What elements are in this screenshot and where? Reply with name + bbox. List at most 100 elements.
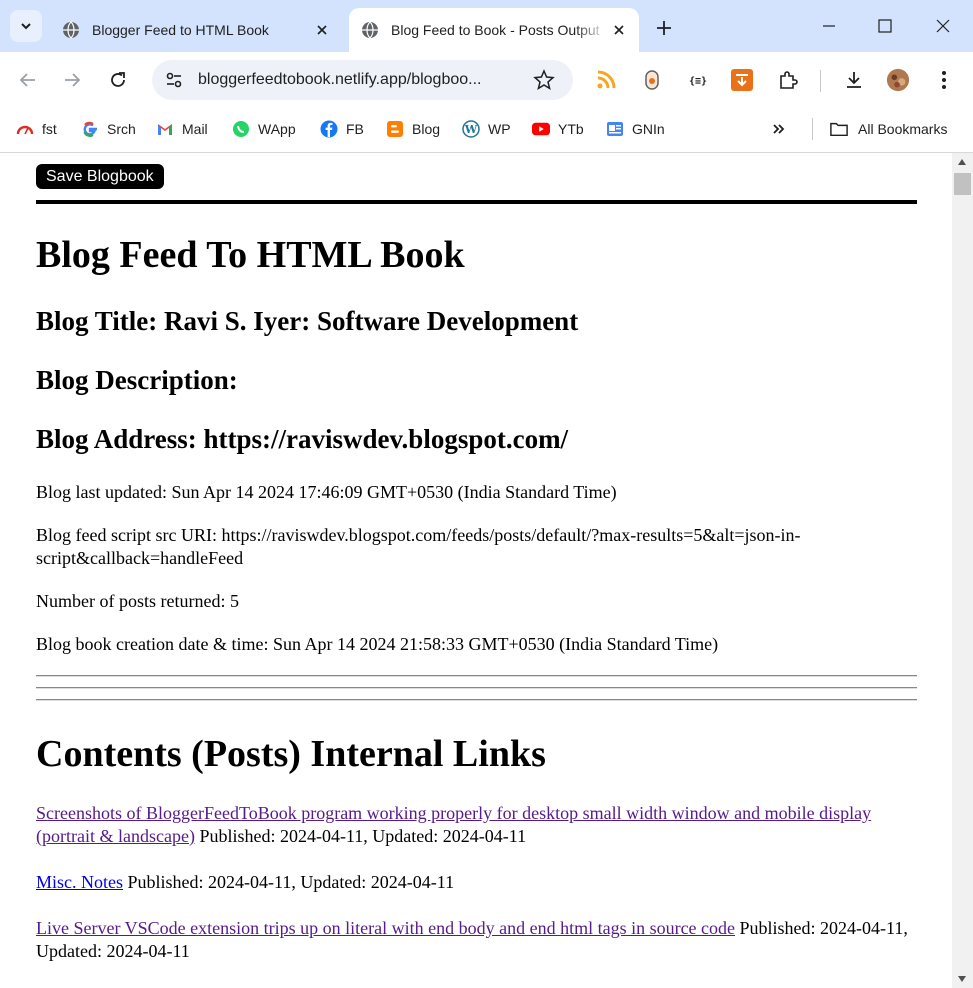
maximize-button[interactable]	[862, 10, 908, 42]
bookmark-star-icon[interactable]	[533, 69, 555, 91]
downloads-icon[interactable]	[842, 68, 866, 92]
reload-button[interactable]	[104, 66, 132, 94]
wordpress-icon: W	[462, 120, 480, 138]
bookmark-label: YTb	[558, 121, 584, 137]
bookmark-label: Srch	[107, 121, 136, 137]
gauge-icon	[16, 120, 34, 138]
gmail-icon	[156, 120, 174, 138]
bookmark-wapp[interactable]: WApp	[232, 118, 296, 140]
close-tab-icon[interactable]	[607, 18, 631, 42]
reload-icon	[111, 72, 125, 87]
posts-count: Number of posts returned: 5	[36, 591, 239, 611]
bookmark-label: Blog	[412, 121, 441, 137]
bookmark-fst[interactable]: fst	[16, 118, 57, 140]
site-settings-icon[interactable]	[164, 70, 184, 90]
divider	[36, 675, 917, 677]
url-text: bloggerfeedtobook.netlify.app/blogboo...	[198, 71, 482, 88]
youtube-icon	[532, 120, 550, 138]
rss-extension-icon[interactable]	[594, 68, 618, 92]
bookmark-wp[interactable]: W WP	[462, 118, 511, 140]
scrollbar-thumb[interactable]	[954, 173, 971, 195]
svg-text:W: W	[464, 123, 478, 136]
minimize-icon	[823, 25, 835, 27]
all-bookmarks-button[interactable]: All Bookmarks	[830, 118, 947, 140]
all-bookmarks-label: All Bookmarks	[858, 121, 948, 137]
tab-strip: Blogger Feed to HTML Book Blog Feed to B…	[0, 0, 973, 52]
json-extension-icon[interactable]: {≡}	[686, 68, 710, 92]
address-bar[interactable]: bloggerfeedtobook.netlify.app/blogboo...	[152, 60, 573, 100]
new-tab-button[interactable]	[650, 14, 678, 42]
tab-blogger-feed[interactable]: Blogger Feed to HTML Book	[50, 8, 342, 52]
vertical-scrollbar[interactable]	[952, 153, 973, 988]
double-chevron-right-icon	[770, 120, 788, 138]
forward-button[interactable]	[58, 66, 86, 94]
tab-search-button[interactable]	[10, 10, 42, 42]
contents-heading: Contents (Posts) Internal Links	[36, 733, 546, 775]
divider	[36, 687, 917, 689]
bookmark-fb[interactable]: FB	[320, 118, 364, 140]
bookmark-label: FB	[346, 121, 364, 137]
blogger-icon	[386, 120, 404, 138]
scroll-down-arrow-icon[interactable]	[958, 976, 966, 982]
post-entry: Misc. Notes Published: 2024-04-11, Updat…	[36, 871, 917, 894]
tab-title: Blogger Feed to HTML Book	[92, 22, 269, 38]
tab-posts-output[interactable]: Blog Feed to Book - Posts Output	[349, 8, 639, 52]
bookmark-label: GNIn	[632, 121, 665, 137]
bookmark-srch[interactable]: Srch	[81, 118, 136, 140]
more-bookmarks-button[interactable]	[770, 118, 796, 140]
post-meta: Published: 2024-04-11, Updated: 2024-04-…	[123, 872, 455, 892]
tab-title: Blog Feed to Book - Posts Output	[391, 22, 600, 38]
post-link[interactable]: Misc. Notes	[36, 872, 123, 892]
bookmark-mail[interactable]: Mail	[156, 118, 208, 140]
post-entry: Screenshots of BloggerFeedToBook program…	[36, 802, 917, 848]
toolbar-separator	[820, 70, 821, 92]
post-entry: Live Server VSCode extension trips up on…	[36, 917, 917, 963]
chevron-down-icon	[21, 23, 31, 30]
thick-divider	[36, 200, 917, 204]
blog-description: Blog Description:	[36, 365, 238, 395]
post-meta: Published: 2024-04-11, Updated: 2024-04-…	[194, 826, 527, 846]
blog-feed-uri: Blog feed script src URI: https://ravisw…	[36, 525, 801, 568]
download-extension-icon[interactable]	[730, 68, 754, 92]
page-content: Save Blogbook Blog Feed To HTML Book Blo…	[0, 153, 952, 988]
globe-icon	[63, 21, 79, 39]
extension-dot-icon[interactable]	[640, 68, 664, 92]
extensions-puzzle-icon[interactable]	[776, 68, 800, 92]
globe-icon	[362, 21, 378, 39]
close-tab-icon[interactable]	[310, 18, 334, 42]
arrow-left-icon	[19, 73, 35, 87]
menu-kebab-icon[interactable]	[932, 68, 956, 92]
blog-title: Blog Title: Ravi S. Iyer: Software Devel…	[36, 306, 579, 336]
blog-last-updated: Blog last updated: Sun Apr 14 2024 17:46…	[36, 482, 617, 502]
bookmark-ytb[interactable]: YTb	[532, 118, 584, 140]
save-blogbook-button[interactable]: Save Blogbook	[36, 164, 164, 189]
page-title: Blog Feed To HTML Book	[36, 234, 465, 276]
bookmark-blog[interactable]: Blog	[386, 118, 440, 140]
google-news-icon	[606, 120, 624, 138]
close-window-button[interactable]	[920, 10, 966, 42]
folder-icon	[830, 120, 848, 138]
whatsapp-icon	[232, 120, 250, 138]
svg-text:{≡}: {≡}	[689, 76, 707, 87]
minimize-button[interactable]	[806, 10, 852, 42]
bookmark-label: WApp	[258, 121, 296, 137]
separator	[812, 118, 813, 140]
facebook-icon	[320, 120, 338, 138]
google-icon	[81, 120, 99, 138]
blog-address: Blog Address: https://raviswdev.blogspot…	[36, 424, 569, 454]
bookmark-label: WP	[488, 121, 511, 137]
profile-avatar[interactable]	[886, 68, 910, 92]
browser-chrome: Blogger Feed to HTML Book Blog Feed to B…	[0, 0, 973, 153]
arrow-right-icon	[65, 73, 81, 87]
divider	[36, 699, 917, 701]
plus-icon	[657, 21, 671, 35]
creation-date: Blog book creation date & time: Sun Apr …	[36, 634, 719, 654]
scroll-up-arrow-icon[interactable]	[958, 159, 966, 165]
back-button[interactable]	[14, 66, 42, 94]
bookmarks-bar: fst Srch Mail WApp FB Blog W WP YTb GNIn…	[0, 108, 973, 153]
maximize-icon	[878, 19, 892, 33]
bookmark-label: Mail	[182, 121, 208, 137]
bookmark-label: fst	[42, 121, 57, 137]
post-link[interactable]: Live Server VSCode extension trips up on…	[36, 918, 735, 938]
bookmark-gnin[interactable]: GNIn	[606, 118, 665, 140]
